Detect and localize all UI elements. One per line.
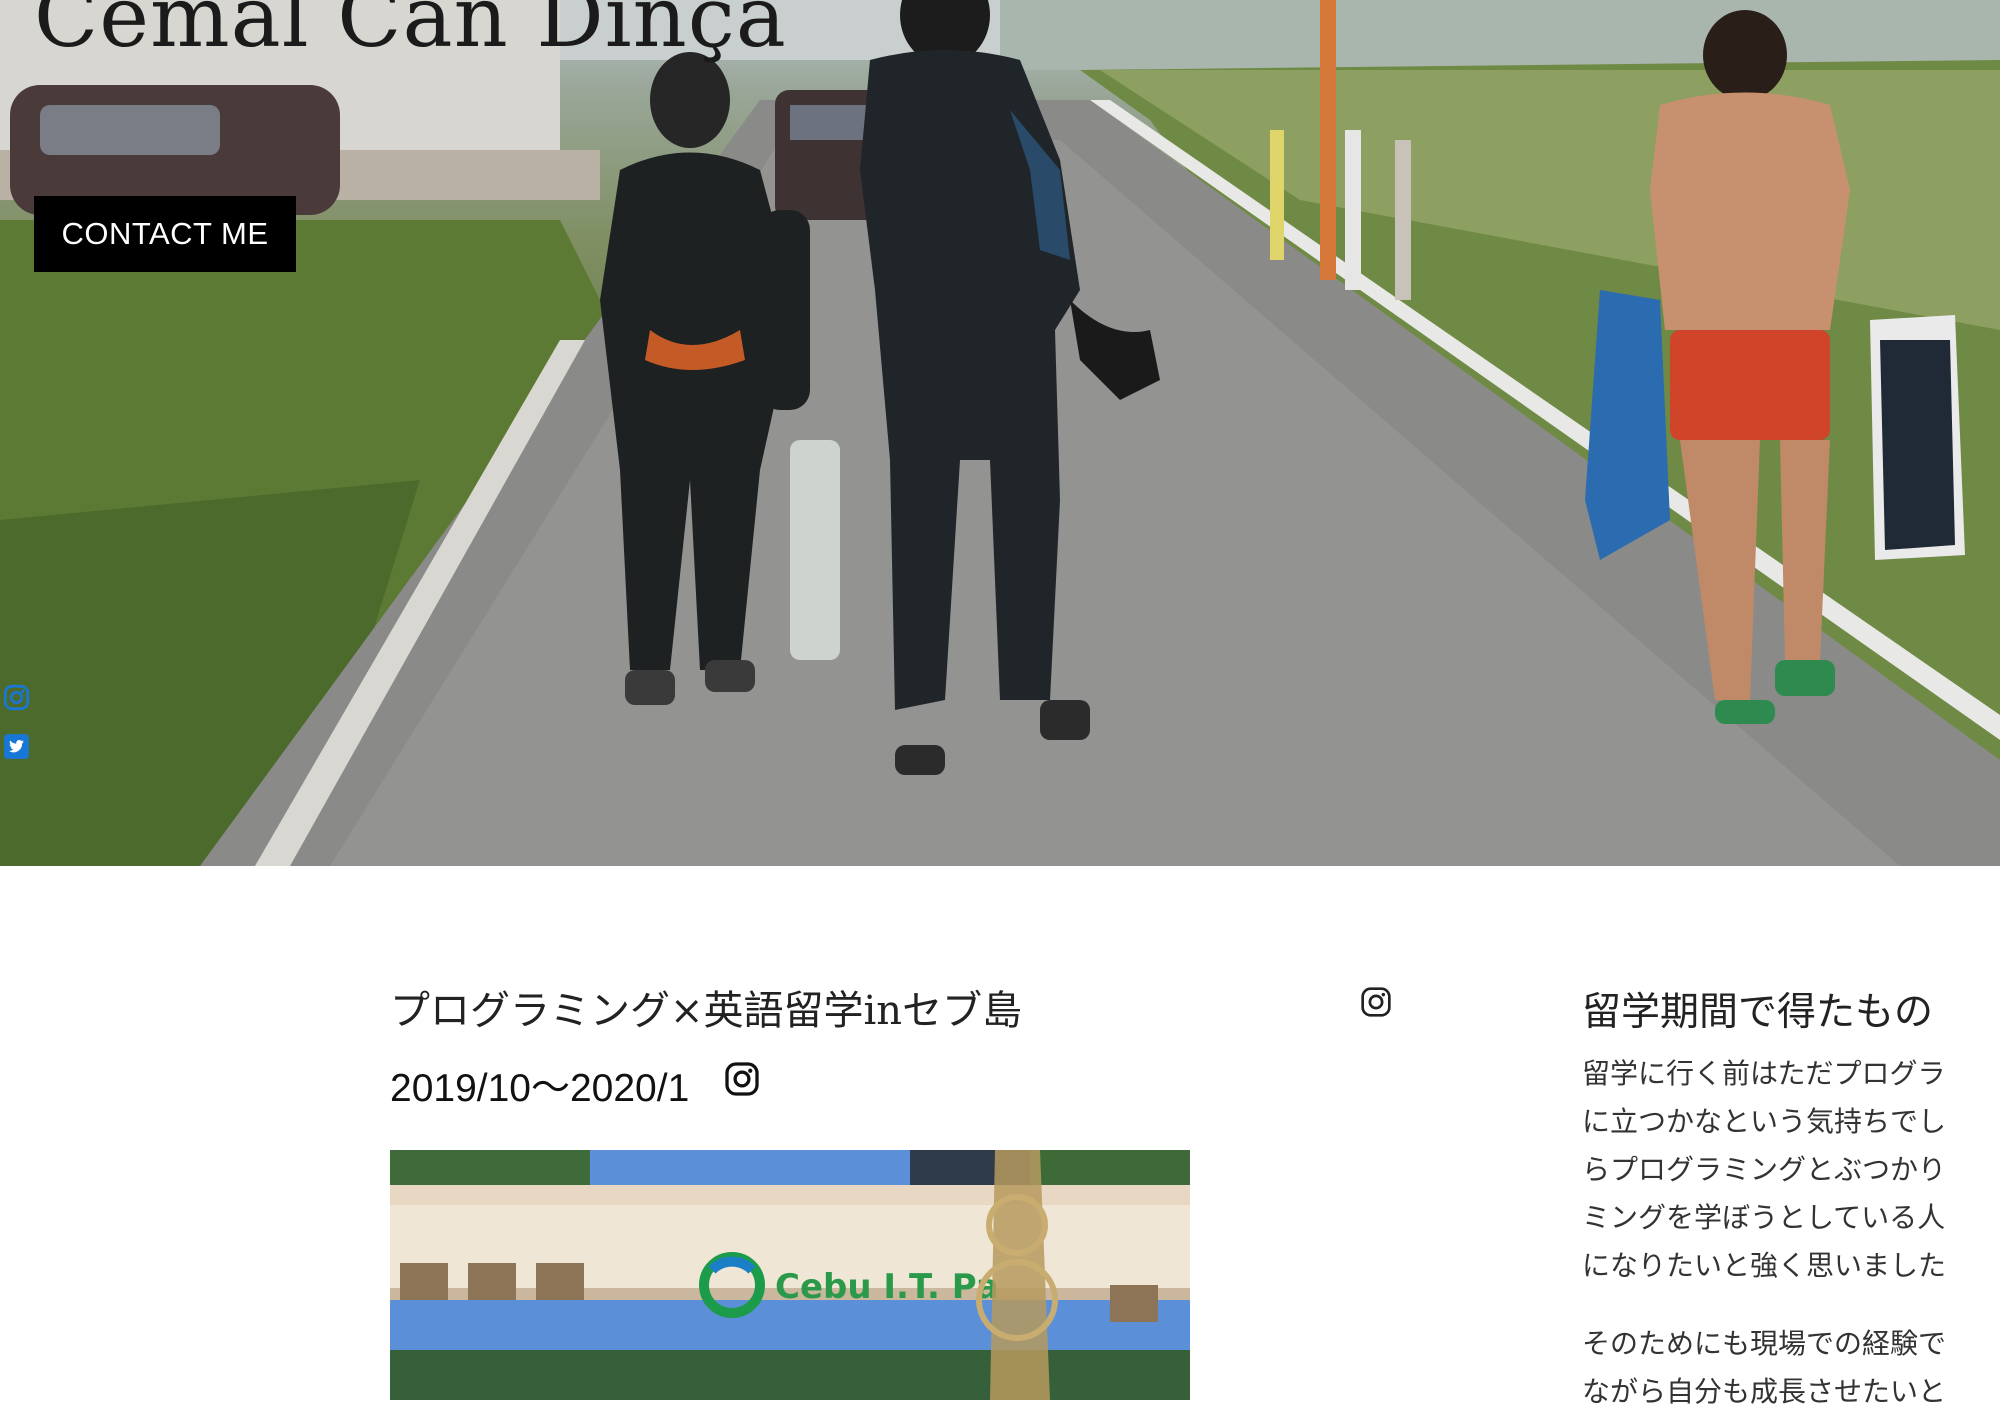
hero-section: Cemal Can Dinça CONTACT ME: [0, 0, 2000, 866]
twitter-icon[interactable]: [3, 733, 30, 760]
sidebar-heading: 留学期間で得たもの: [1582, 990, 1934, 1035]
sidebar-line: 留学に行く前はただプログラ: [1582, 1057, 1946, 1090]
sidebar-line: らプログラミングとぶつかり: [1582, 1153, 1947, 1186]
photo-sign-text: Cebu I.T. Pa: [775, 1267, 999, 1307]
sidebar-line: ながら自分も成長させたいと: [1582, 1375, 1947, 1408]
cebu-it-park-photo: Cebu I.T. Pa: [390, 1150, 1190, 1400]
post-date: 2019/10〜2020/1: [390, 1067, 690, 1110]
sidebar-paragraph-1: 留学に行く前はただプログラ に立つかなという気持ちでし らプログラミングとぶつか…: [1582, 1050, 2000, 1290]
sidebar-body: 留学に行く前はただプログラ に立つかなという気持ちでし らプログラミングとぶつか…: [1582, 1050, 2000, 1416]
contact-me-button[interactable]: CONTACT ME: [34, 196, 296, 272]
sidebar-line: に立つかなという気持ちでし: [1582, 1105, 1947, 1138]
hero-background-photo: [0, 0, 2000, 866]
post-photo: Cebu I.T. Pa: [390, 1150, 1190, 1400]
sidebar-paragraph-2: そのためにも現場での経験で ながら自分も成長させたいと: [1582, 1320, 2000, 1416]
instagram-icon[interactable]: [3, 684, 30, 711]
post-title: プログラミング×英語留学inセブ島: [390, 988, 1023, 1034]
instagram-icon[interactable]: [724, 1061, 760, 1097]
sidebar-line: になりたいと強く思いました: [1582, 1249, 1947, 1282]
sidebar-line: ミングを学ぼうとしている人: [1582, 1201, 1946, 1234]
hero-title: Cemal Can Dinça: [34, 0, 787, 66]
instagram-icon[interactable]: [1360, 986, 1392, 1018]
sidebar-line: そのためにも現場での経験で: [1582, 1327, 1947, 1360]
